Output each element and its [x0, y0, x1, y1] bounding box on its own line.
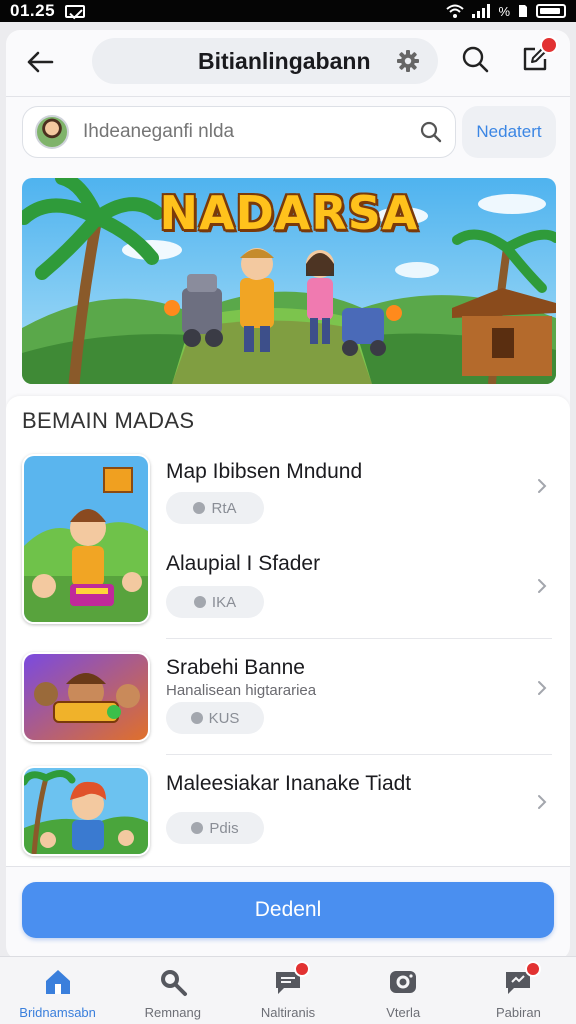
game-title[interactable]: Srabehi Banne [166, 656, 305, 680]
nav-label: Naltiranis [260, 1005, 316, 1020]
back-arrow-icon [27, 51, 54, 73]
game-tag[interactable]: RtA [166, 492, 264, 524]
signal-icon [472, 4, 491, 18]
avatar[interactable] [35, 115, 69, 149]
nav-item-home[interactable]: Bridnamsabn [0, 957, 115, 1024]
primary-button[interactable]: Dedenl [22, 882, 554, 938]
notification-badge [540, 36, 558, 54]
list-divider [6, 866, 570, 867]
tag-label: RtA [211, 499, 237, 517]
game-title[interactable]: Map Ibibsen Mndund [166, 460, 362, 484]
notification-badge [294, 961, 311, 977]
nav-label: Bridnamsabn [19, 1005, 96, 1020]
title-pill: Bitianlingabann [92, 38, 438, 84]
chevron-right-icon[interactable] [534, 794, 550, 810]
game-thumbnail[interactable] [22, 454, 150, 624]
notification-badge [524, 961, 541, 977]
app-window: Bitianlingabann Ihdeaneganfi nlda Nedate… [6, 30, 570, 960]
status-time: 01.25 [10, 1, 56, 20]
search-button[interactable] [456, 40, 494, 78]
featured-banner[interactable]: NADARSA [22, 178, 556, 384]
sim-icon [519, 5, 527, 17]
tag-icon [193, 596, 206, 608]
game-artwork [24, 654, 148, 740]
game-title[interactable]: Alaupial I Sfader [166, 552, 320, 576]
top-bar: Bitianlingabann [6, 30, 570, 96]
tag-icon [190, 712, 203, 724]
search-icon [160, 970, 187, 996]
tag-label: IKA [211, 593, 237, 611]
search-box [22, 106, 456, 158]
game-thumbnail[interactable] [22, 766, 150, 856]
wifi-icon [446, 4, 465, 18]
chevron-right-icon[interactable] [534, 680, 550, 696]
tag-icon [191, 822, 204, 834]
game-tag[interactable]: KUS [166, 702, 264, 734]
search-icon [462, 46, 489, 73]
game-artwork [24, 456, 148, 622]
home-icon [45, 970, 70, 994]
battery-icon [536, 4, 566, 18]
nav-item-search[interactable]: Remnang [115, 957, 230, 1024]
status-bar: 01.25 % [0, 0, 576, 22]
search-icon[interactable] [419, 120, 443, 144]
bottom-nav: Bridnamsabn Remnang Naltiranis Vterla Pa… [0, 956, 576, 1024]
tag-label: Pdis [209, 819, 239, 837]
chevron-right-icon[interactable] [534, 578, 550, 594]
settings-button[interactable] [396, 49, 420, 73]
camera-icon [390, 971, 417, 993]
page-title: Bitianlingabann [198, 47, 371, 74]
nav-item-chat[interactable]: Pabiran [461, 957, 576, 1024]
game-thumbnail[interactable] [22, 652, 150, 742]
tag-label: KUS [208, 709, 240, 727]
tag-icon [193, 502, 206, 514]
nav-label: Vterla [386, 1005, 421, 1020]
notification-icon [65, 4, 86, 18]
chevron-right-icon[interactable] [534, 478, 550, 494]
game-artwork [24, 768, 148, 854]
game-tag[interactable]: IKA [166, 586, 264, 618]
banner-title: NADARSA [159, 186, 419, 240]
row-divider [166, 754, 552, 755]
row-divider [166, 638, 552, 639]
nav-label: Remnang [144, 1005, 201, 1020]
next-button[interactable]: Nedatert [462, 106, 556, 158]
nav-item-camera[interactable]: Vterla [346, 957, 461, 1024]
section-title: BEMAIN MADAS [22, 408, 195, 433]
game-subtitle: Hanalisean higtarariea [166, 682, 317, 699]
battery-text: % [498, 3, 510, 19]
header-divider [6, 96, 570, 97]
back-button[interactable] [20, 42, 60, 82]
compose-button[interactable] [516, 36, 558, 78]
search-input[interactable] [83, 121, 413, 143]
game-title[interactable]: Maleesiakar Inanake Tiadt [166, 772, 411, 796]
gear-icon [397, 50, 419, 72]
game-tag[interactable]: Pdis [166, 812, 264, 844]
nav-label: Pabiran [496, 1005, 541, 1020]
nav-item-messages[interactable]: Naltiranis [230, 957, 345, 1024]
